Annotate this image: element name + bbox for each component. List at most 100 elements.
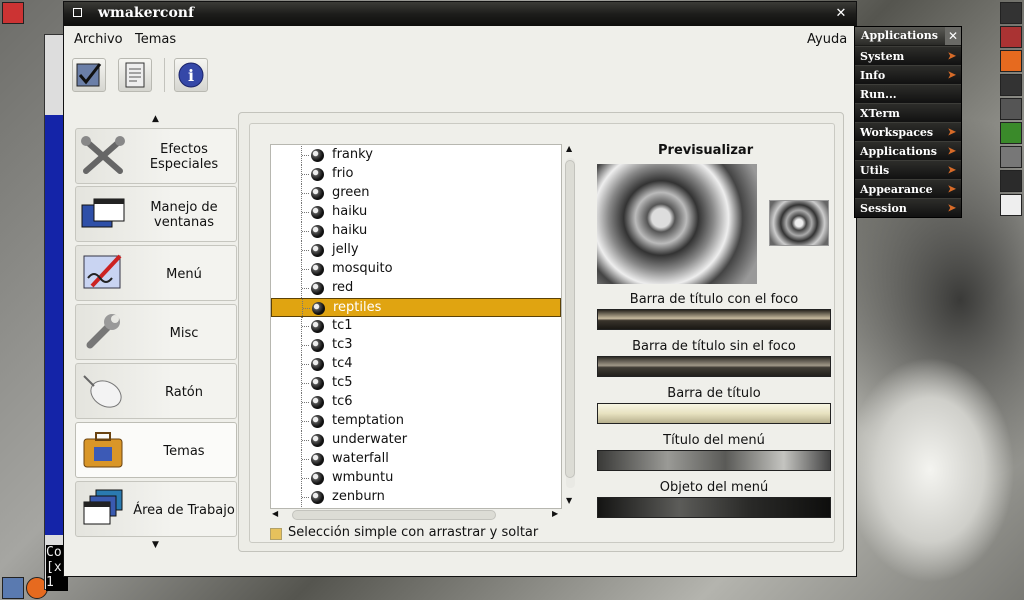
category-raton[interactable]: Ratón: [75, 363, 237, 419]
menu-item[interactable]: Info ➤: [855, 65, 961, 84]
scroll-up-arrow[interactable]: ▲: [566, 144, 572, 153]
tree-line: [302, 155, 309, 156]
menu-item[interactable]: Session ➤: [855, 198, 961, 217]
theme-row[interactable]: tc4: [271, 355, 561, 374]
clip-app-icon[interactable]: [1000, 146, 1022, 168]
scroll-down-arrow[interactable]: ▼: [566, 496, 572, 505]
scroll-up-arrow[interactable]: ▲: [152, 114, 159, 124]
category-efectos[interactable]: Efectos Especiales: [75, 128, 237, 184]
theme-row[interactable]: red: [271, 279, 561, 298]
menu-item[interactable]: Run...: [855, 84, 961, 103]
applications-menu: Applications ✕ System ➤ Info ➤ Run... XTerm Wo…: [854, 26, 962, 218]
clip-app-icon[interactable]: [1000, 74, 1022, 96]
theme-row[interactable]: waterfall: [271, 450, 561, 469]
dock-app-icon[interactable]: [2, 577, 24, 599]
tree-line: [302, 459, 309, 460]
theme-icon: [311, 168, 324, 181]
theme-row[interactable]: jelly: [271, 241, 561, 260]
preview-label: Título del menú: [663, 433, 765, 448]
menu-archivo[interactable]: Archivo: [74, 32, 123, 47]
workspace-icon: [83, 489, 123, 525]
scroll-right-arrow[interactable]: ▶: [552, 509, 558, 518]
category-temas[interactable]: Temas: [75, 422, 237, 478]
theme-row[interactable]: tc6: [271, 393, 561, 412]
theme-row[interactable]: tc3: [271, 336, 561, 355]
menu-item[interactable]: Workspaces ➤: [855, 122, 961, 141]
category-misc[interactable]: Misc: [75, 304, 237, 360]
tree-line: [302, 478, 309, 479]
minimize-button[interactable]: [68, 5, 86, 23]
drag-drop-checkbox[interactable]: [270, 528, 282, 540]
menu-item[interactable]: Applications ➤: [855, 141, 961, 160]
horizontal-scrollbar[interactable]: ◀ ▶: [270, 509, 562, 521]
scroll-thumb[interactable]: [565, 160, 575, 478]
theme-row[interactable]: tc5: [271, 374, 561, 393]
theme-name: mosquito: [332, 261, 393, 276]
vertical-scrollbar[interactable]: ▲ ▼: [564, 144, 576, 509]
category-list: Efectos Especiales Manejo de ventanas Me…: [75, 128, 239, 542]
menu-item-label: Info: [860, 69, 886, 82]
theme-name: tc1: [332, 318, 353, 333]
apply-button[interactable]: [72, 58, 106, 92]
clip-app-icon[interactable]: [1000, 26, 1022, 48]
theme-name: temptation: [332, 413, 404, 428]
menu-item[interactable]: Appearance ➤: [855, 179, 961, 198]
owner-titlebar-preview: [597, 403, 831, 424]
theme-row[interactable]: haiku: [271, 203, 561, 222]
tree-line: [302, 326, 309, 327]
theme-icon: [311, 244, 324, 257]
clip-firefox-icon[interactable]: [1000, 50, 1022, 72]
dock-app-icon[interactable]: [2, 2, 24, 24]
menu-item-label: Session: [860, 202, 907, 215]
theme-icon: [311, 358, 324, 371]
theme-name: reptiles: [333, 300, 382, 315]
edit-document-button[interactable]: [118, 58, 152, 92]
theme-row[interactable]: temptation: [271, 412, 561, 431]
theme-row[interactable]: haiku: [271, 222, 561, 241]
menu-item[interactable]: Utils ➤: [855, 160, 961, 179]
theme-row[interactable]: zenburn: [271, 488, 561, 507]
tree-line: [302, 174, 309, 175]
close-button[interactable]: ✕: [832, 5, 850, 23]
theme-row[interactable]: tc1: [271, 317, 561, 336]
clip-app-icon[interactable]: [1000, 98, 1022, 120]
theme-row[interactable]: franky: [271, 146, 561, 165]
theme-row[interactable]: wmbuntu: [271, 469, 561, 488]
category-label: Ratón: [164, 384, 203, 400]
info-button[interactable]: i: [174, 58, 208, 92]
menu-temas[interactable]: Temas: [135, 32, 176, 47]
scroll-thumb[interactable]: [292, 510, 496, 520]
applications-menu-title[interactable]: Applications: [855, 27, 945, 45]
theme-row[interactable]: green: [271, 184, 561, 203]
category-label: Área de Trabajo: [133, 502, 235, 518]
title-bar[interactable]: wmakerconf ✕: [64, 2, 856, 26]
menu-ayuda[interactable]: Ayuda: [807, 32, 847, 47]
clip-app-icon[interactable]: [1000, 194, 1022, 216]
category-label: Efectos Especiales: [149, 142, 219, 172]
clip-app-icon[interactable]: [1000, 122, 1022, 144]
category-manejo[interactable]: Manejo de ventanas: [75, 186, 237, 242]
menu-item[interactable]: System ➤: [855, 46, 961, 65]
theme-row[interactable]: mosquito: [271, 260, 561, 279]
theme-icon: [311, 206, 324, 219]
theme-icon: [311, 377, 324, 390]
toolbar-separator: [164, 58, 165, 92]
minimize-icon: [72, 8, 82, 17]
theme-icon: [311, 320, 324, 333]
theme-tree-list[interactable]: franky frio green haiku haiku jelly mosquito re…: [270, 144, 562, 509]
clip-app-icon[interactable]: [1000, 170, 1022, 192]
menu-item[interactable]: XTerm: [855, 103, 961, 122]
clip-app-icon[interactable]: [1000, 2, 1022, 24]
theme-row[interactable]: reptiles: [271, 298, 561, 318]
tree-line: [302, 497, 309, 498]
submenu-arrow-icon: ➤: [947, 165, 956, 176]
scroll-down-arrow[interactable]: ▼: [152, 540, 159, 550]
theme-row[interactable]: frio: [271, 165, 561, 184]
theme-row[interactable]: underwater: [271, 431, 561, 450]
category-menu[interactable]: Menú: [75, 245, 237, 301]
category-area-trabajo[interactable]: Área de Trabajo: [75, 481, 237, 537]
close-icon[interactable]: ✕: [945, 27, 961, 45]
submenu-arrow-icon: ➤: [947, 70, 956, 81]
menu-item-label: Workspaces: [860, 126, 934, 139]
scroll-left-arrow[interactable]: ◀: [272, 509, 278, 518]
